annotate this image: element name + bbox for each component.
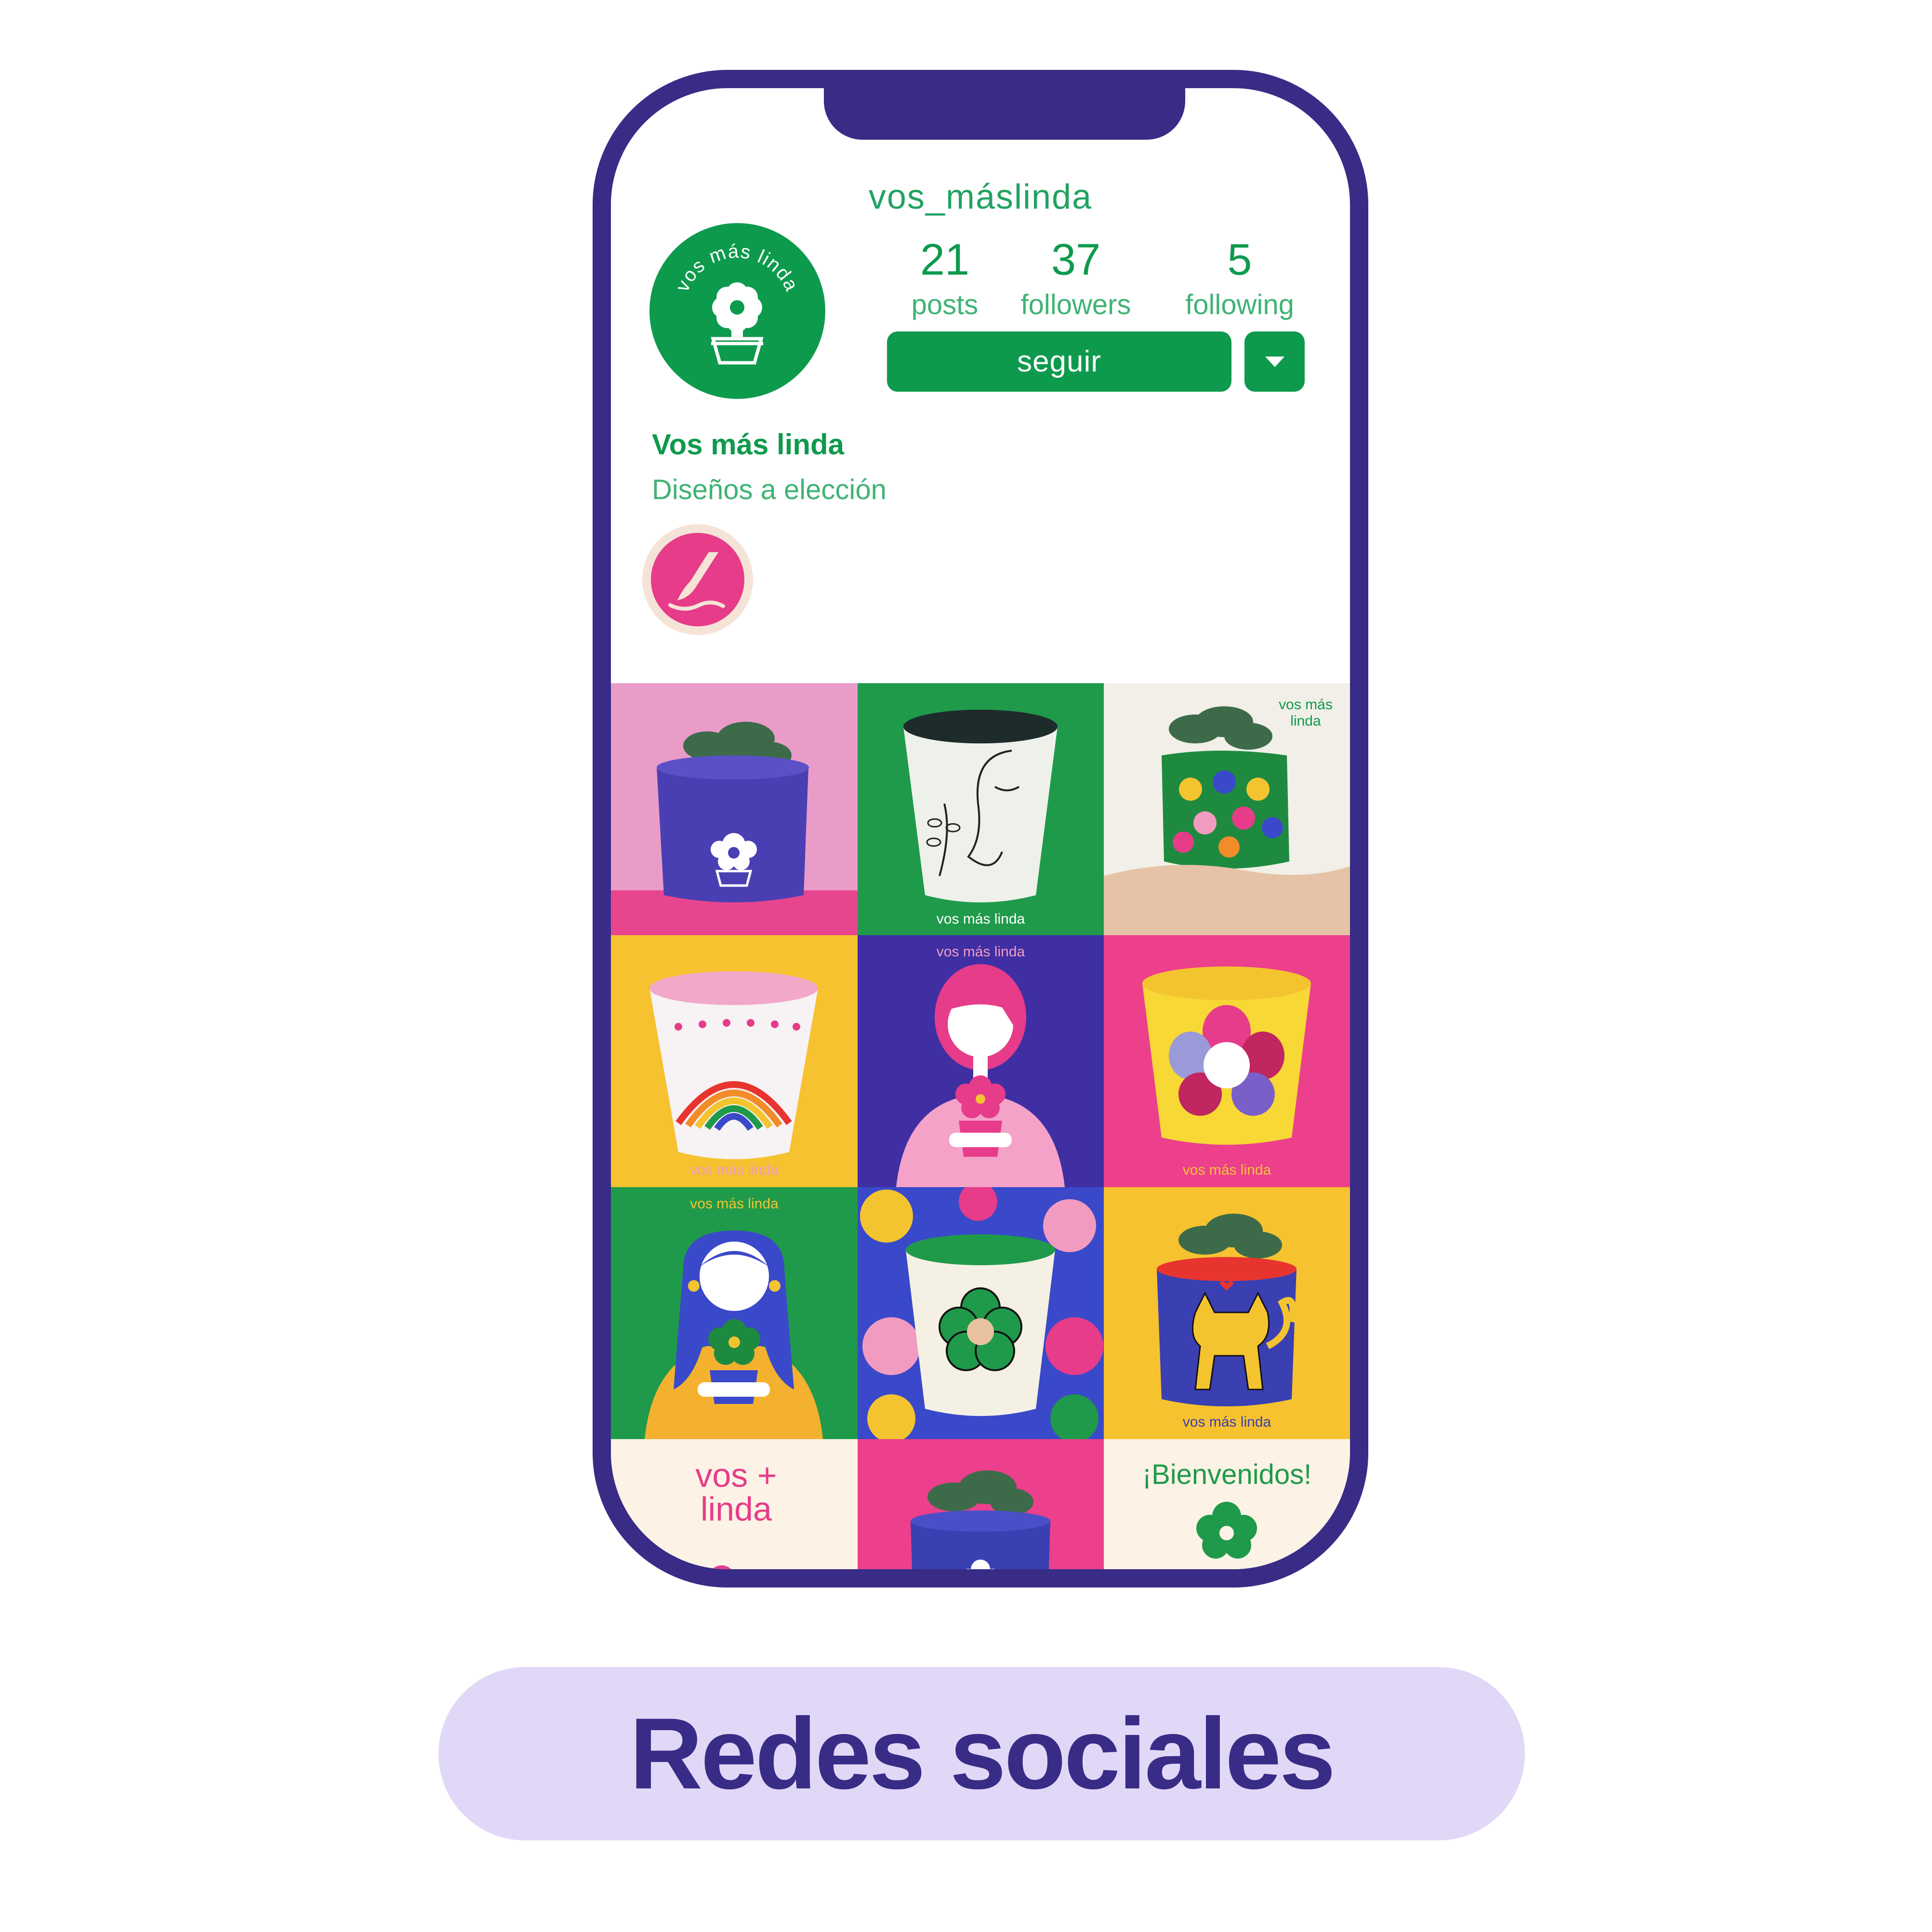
- post-tile[interactable]: vos más linda: [1104, 1187, 1350, 1439]
- post-tile[interactable]: vos más linda: [1104, 935, 1350, 1187]
- blue-pot-pink-photo: [858, 1439, 1104, 1569]
- rainbow-pot-photo: [611, 935, 858, 1187]
- post-tile[interactable]: [611, 683, 858, 935]
- tile-caption: vos más linda: [690, 1162, 779, 1178]
- tile-caption: vos más linda: [1182, 1162, 1271, 1178]
- paintbrush-icon: [668, 552, 725, 611]
- yellow-flower-pot-photo: [1104, 935, 1350, 1187]
- follow-button[interactable]: seguir: [887, 331, 1231, 392]
- girl-long-hair-illustration: [611, 1187, 858, 1439]
- posts-grid: vos más linda vos más linda vos más lind…: [611, 683, 1350, 1569]
- flower-pattern-pot-photo: [858, 1187, 1104, 1439]
- story-highlight[interactable]: [642, 524, 753, 635]
- flower-pot-logo-icon: vos más linda: [672, 241, 802, 365]
- stat-followers[interactable]: 37 followers: [996, 238, 1155, 321]
- tile-caption: vos más linda: [936, 911, 1025, 927]
- stat-following[interactable]: 5 following: [1170, 238, 1310, 321]
- tile-caption: vos más linda: [1182, 1414, 1271, 1430]
- post-tile[interactable]: vos más linda: [858, 935, 1104, 1187]
- post-tile[interactable]: vos más linda: [858, 683, 1104, 935]
- profile-display-name: Vos más linda: [652, 428, 845, 461]
- stat-following-label: following: [1185, 289, 1294, 320]
- post-tile[interactable]: vos más linda: [611, 1187, 858, 1439]
- post-tile[interactable]: vos más linda: [1104, 683, 1350, 935]
- profile-avatar[interactable]: vos más linda: [649, 223, 825, 399]
- stat-followers-value: 37: [1051, 235, 1101, 284]
- phone-frame: vos_máslinda vos más linda 21 posts 37 f…: [593, 70, 1368, 1588]
- post-tile[interactable]: vos más linda: [611, 935, 858, 1187]
- options-dropdown-button[interactable]: [1244, 331, 1305, 392]
- profile-username: vos_máslinda: [868, 178, 1093, 216]
- post-tile[interactable]: [858, 1187, 1104, 1439]
- face-line-pot-photo: [858, 683, 1104, 935]
- post-tile[interactable]: vos + linda: [611, 1439, 858, 1569]
- post-tile[interactable]: ¡Bienvenidos!: [1104, 1439, 1350, 1569]
- section-label: Redes sociales: [438, 1667, 1525, 1840]
- stat-posts-value: 21: [920, 235, 970, 284]
- stat-followers-label: followers: [1020, 289, 1131, 320]
- post-tile[interactable]: [858, 1439, 1104, 1569]
- chevron-down-icon: [1265, 356, 1284, 367]
- tile-caption: vos más linda: [690, 1196, 779, 1212]
- stat-posts-label: posts: [911, 289, 979, 320]
- girl-holding-pot-illustration: [858, 935, 1104, 1187]
- stat-following-value: 5: [1227, 235, 1252, 284]
- phone-notch: [824, 70, 1185, 140]
- profile-screen: vos_máslinda vos más linda 21 posts 37 f…: [611, 88, 1350, 1569]
- blue-pot-photo: [611, 683, 858, 935]
- cat-pot-photo: [1104, 1187, 1350, 1439]
- profile-bio: Diseños a elección: [652, 474, 887, 505]
- tile-caption: ¡Bienvenidos!: [1142, 1459, 1312, 1490]
- tile-caption: vos más linda: [936, 944, 1025, 960]
- tile-caption: vos + linda: [695, 1456, 777, 1528]
- stat-posts[interactable]: 21 posts: [899, 238, 991, 321]
- tile-caption: vos más linda: [1279, 697, 1333, 729]
